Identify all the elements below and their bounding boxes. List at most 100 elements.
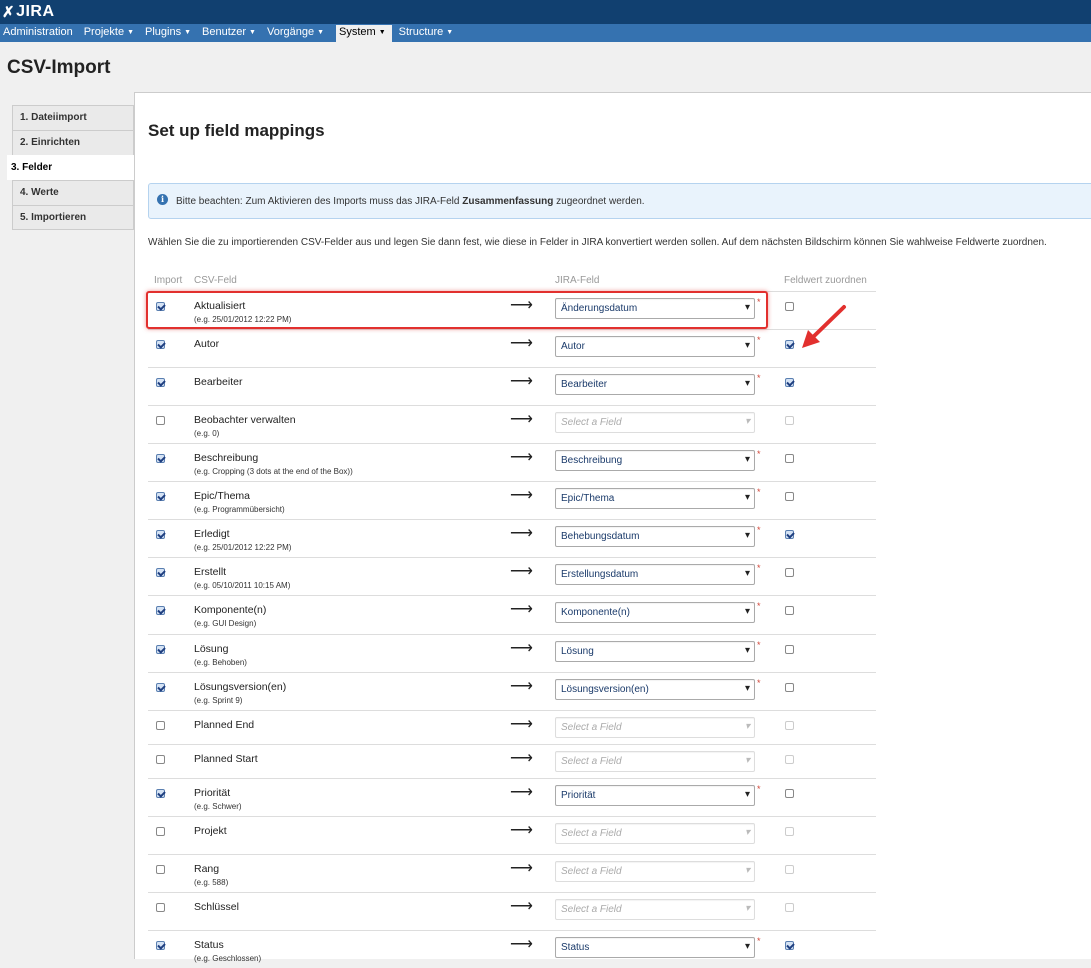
csv-field-example: (e.g. Behoben) xyxy=(194,658,247,667)
arrow-icon: ⟶ xyxy=(510,822,533,839)
jira-field-select[interactable]: Bearbeiter xyxy=(555,374,755,395)
nav-item-benutzer[interactable]: Benutzer ▼ xyxy=(199,24,264,42)
import-checkbox[interactable] xyxy=(156,683,165,692)
csv-field-name: Lösungsversion(en) xyxy=(194,681,287,693)
import-checkbox[interactable] xyxy=(156,721,165,730)
table-row: Planned Start ⟶ Select a Field xyxy=(148,744,876,778)
jira-field-select[interactable]: Lösungsversion(en) xyxy=(555,679,755,700)
nav-item-label: Plugins xyxy=(145,26,182,38)
jira-field-select[interactable]: Behebungsdatum xyxy=(555,526,755,547)
caret-down-icon: ▼ xyxy=(317,29,325,36)
import-checkbox[interactable] xyxy=(156,941,165,950)
step-item[interactable]: 4. Werte xyxy=(12,180,134,205)
map-values-checkbox[interactable] xyxy=(785,340,794,349)
import-checkbox[interactable] xyxy=(156,568,165,577)
import-checkbox[interactable] xyxy=(156,755,165,764)
jira-field-select[interactable]: Select a Field xyxy=(555,412,755,433)
table-row: Status(e.g. Geschlossen)⟶Status* xyxy=(148,930,876,968)
info-text-after: zugeordnet werden. xyxy=(553,196,645,207)
required-marker: * xyxy=(757,449,761,459)
map-values-checkbox[interactable] xyxy=(785,492,794,501)
logo-text: JIRA xyxy=(16,3,55,20)
field-mapping-table: Aktualisiert (e.g. 25/01/2012 12:22 PM) ⟶ Ä… xyxy=(148,291,876,968)
csv-field-name: Beobachter verwalten xyxy=(194,414,296,426)
import-checkbox[interactable] xyxy=(156,340,165,349)
jira-field-select[interactable]: Erstellungsdatum xyxy=(555,564,755,585)
caret-down-icon: ▼ xyxy=(249,29,256,36)
nav-item-label: Projekte xyxy=(83,26,125,38)
jira-field-select[interactable]: Select a Field xyxy=(555,861,755,882)
table-row: Lösung(e.g. Behoben)⟶Lösung* xyxy=(148,634,876,672)
map-values-checkbox[interactable] xyxy=(785,302,794,311)
section-heading: Set up field mappings xyxy=(148,121,325,140)
required-marker: * xyxy=(757,563,761,573)
required-marker: * xyxy=(757,373,761,383)
map-values-checkbox[interactable] xyxy=(785,789,794,798)
step-item[interactable]: 1. Dateiimport xyxy=(12,105,134,130)
jira-field-select[interactable]: Lösung xyxy=(555,641,755,662)
jira-field-select[interactable]: Beschreibung xyxy=(555,450,755,471)
step-item[interactable]: 3. Felder xyxy=(7,155,134,180)
info-message: i Bitte beachten: Zum Aktivieren des Imp… xyxy=(148,183,1091,219)
jira-field-select[interactable]: Komponente(n) xyxy=(555,602,755,623)
csv-field-name: Priorität xyxy=(194,787,231,799)
table-row: Priorität(e.g. Schwer)⟶Priorität* xyxy=(148,778,876,816)
import-checkbox[interactable] xyxy=(156,492,165,501)
jira-field-select[interactable]: Priorität xyxy=(555,785,755,806)
jira-field-select[interactable]: Select a Field xyxy=(555,823,755,844)
info-icon: i xyxy=(157,194,168,205)
map-values-checkbox xyxy=(785,865,794,874)
arrow-icon: ⟶ xyxy=(510,487,533,504)
required-marker: * xyxy=(757,640,761,650)
map-values-checkbox[interactable] xyxy=(785,645,794,654)
jira-field-select[interactable]: Select a Field xyxy=(555,751,755,772)
jira-field-select[interactable]: Epic/Thema xyxy=(555,488,755,509)
map-values-checkbox[interactable] xyxy=(785,941,794,950)
required-marker: * xyxy=(757,335,761,345)
import-checkbox[interactable] xyxy=(156,827,165,836)
step-item[interactable]: 2. Einrichten xyxy=(12,130,134,155)
nav-item-vorgänge[interactable]: Vorgänge ▼ xyxy=(264,24,332,42)
csv-field-name: Bearbeiter xyxy=(194,376,243,388)
map-values-checkbox[interactable] xyxy=(785,683,794,692)
table-row: Schlüssel ⟶ Select a Field xyxy=(148,892,876,930)
csv-field-example: (e.g. Cropping (3 dots at the end of the… xyxy=(194,467,353,476)
jira-field-select[interactable]: Select a Field xyxy=(555,899,755,920)
import-checkbox[interactable] xyxy=(156,789,165,798)
import-checkbox[interactable] xyxy=(156,865,165,874)
import-checkbox[interactable] xyxy=(156,378,165,387)
import-checkbox[interactable] xyxy=(156,416,165,425)
import-checkbox[interactable] xyxy=(156,645,165,654)
caret-down-icon: ▼ xyxy=(127,29,134,36)
map-values-checkbox[interactable] xyxy=(785,568,794,577)
import-checkbox[interactable] xyxy=(156,530,165,539)
map-values-checkbox xyxy=(785,416,794,425)
arrow-icon: ⟶ xyxy=(510,750,533,767)
map-values-checkbox[interactable] xyxy=(785,606,794,615)
nav-item-plugins[interactable]: Plugins ▼ xyxy=(142,24,199,42)
jira-field-select[interactable]: Autor xyxy=(555,336,755,357)
nav-item-label: Benutzer xyxy=(202,26,247,38)
info-text-before: Bitte beachten: Zum Aktivieren des Impor… xyxy=(176,196,463,207)
map-values-checkbox[interactable] xyxy=(785,454,794,463)
table-row: Erledigt (e.g. 25/01/2012 12:22 PM) ⟶ Beheb… xyxy=(148,519,876,557)
jira-field-select[interactable]: Select a Field xyxy=(555,717,755,738)
nav-item-structure[interactable]: Structure ▼ xyxy=(396,24,462,42)
import-checkbox[interactable] xyxy=(156,903,165,912)
arrow-icon: ⟶ xyxy=(510,335,533,352)
nav-item-system[interactable]: System ▼ xyxy=(336,25,392,42)
page-title: CSV-Import xyxy=(7,57,111,78)
map-values-checkbox[interactable] xyxy=(785,530,794,539)
map-values-checkbox[interactable] xyxy=(785,378,794,387)
caret-down-icon: ▼ xyxy=(378,29,386,36)
step-item[interactable]: 5. Importieren xyxy=(12,205,134,230)
nav-item-administration[interactable]: Administration xyxy=(0,24,81,42)
import-checkbox[interactable] xyxy=(156,606,165,615)
nav-item-projekte[interactable]: Projekte ▼ xyxy=(81,24,142,42)
import-checkbox[interactable] xyxy=(156,454,165,463)
arrow-icon: ⟶ xyxy=(510,373,533,390)
jira-field-select[interactable]: Status xyxy=(555,937,755,958)
table-row: Erstellt (e.g. 05/10/2011 10:15 AM) ⟶ Erste… xyxy=(148,557,876,595)
jira-logo[interactable]: ✗ JIRA xyxy=(2,3,55,21)
column-header-csv-field: CSV-Feld xyxy=(194,275,237,286)
